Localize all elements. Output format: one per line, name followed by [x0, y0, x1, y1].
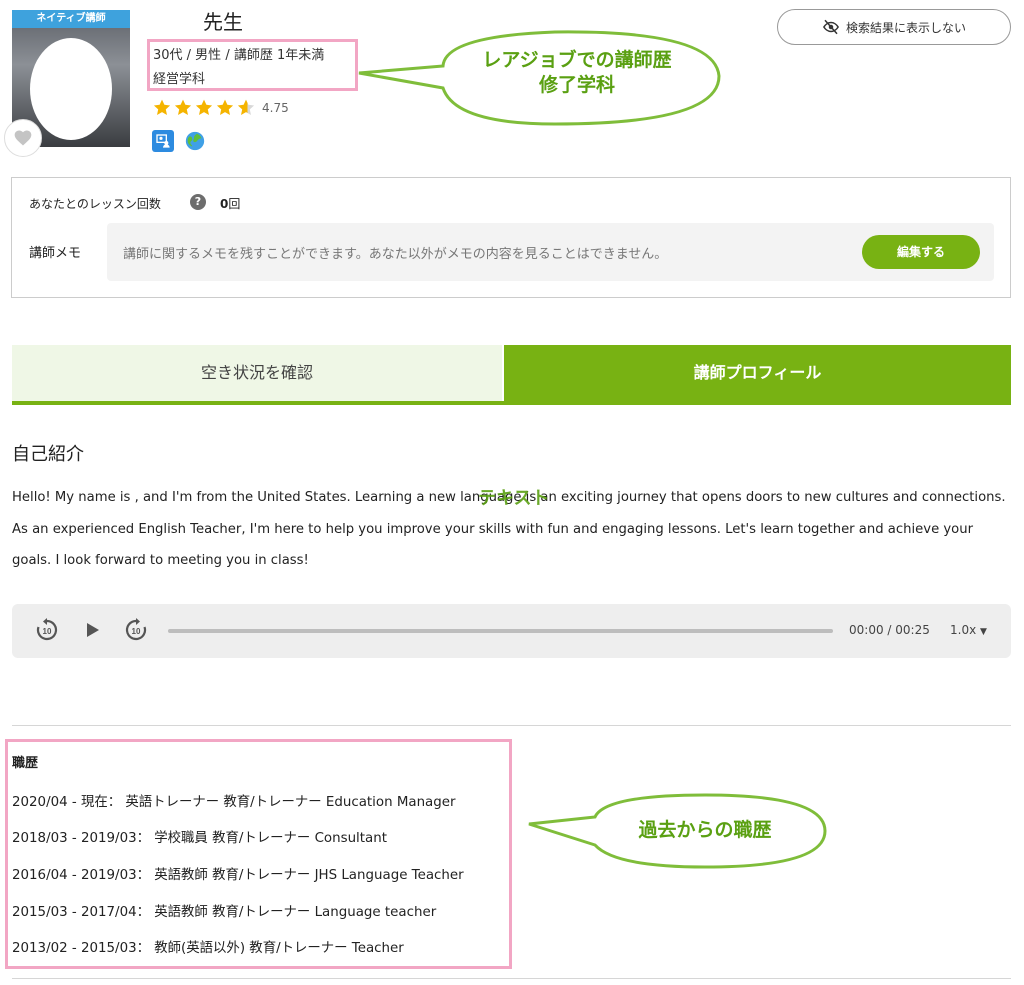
annotation-text-stamp: テキスト	[478, 488, 550, 509]
svg-text:10: 10	[43, 627, 52, 636]
star-icon	[216, 99, 234, 115]
rewind-10-icon[interactable]: 10	[34, 617, 60, 643]
divider	[12, 725, 1011, 726]
heart-icon	[14, 130, 32, 146]
hide-from-search-button[interactable]: 検索結果に表示しない	[777, 9, 1011, 45]
rating-stars	[152, 98, 256, 117]
lesson-count-label: あなたとのレッスン回数	[29, 197, 161, 211]
forward-10-icon[interactable]: 10	[123, 617, 149, 643]
memo-placeholder: 講師に関するメモを残すことができます。あなた以外がメモの内容を見ることはできませ…	[123, 247, 668, 262]
career-row: 2020/04 - 現在： 英語トレーナー 教育/トレーナー Education…	[12, 795, 456, 810]
tab-profile[interactable]: 講師プロフィール	[504, 345, 1011, 401]
teacher-name: 先生	[203, 10, 243, 34]
lesson-count: 0回	[220, 195, 240, 212]
intro-title: 自己紹介	[12, 444, 84, 465]
tab-availability[interactable]: 空き状況を確認	[12, 345, 503, 401]
career-row: 2015/03 - 2017/04： 英語教師 教育/トレーナー Languag…	[12, 905, 437, 920]
career-row: 2018/03 - 2019/03： 学校職員 教育/トレーナー Consult…	[12, 831, 387, 846]
star-icon	[174, 99, 192, 115]
photo-mask	[30, 38, 112, 140]
play-icon[interactable]	[82, 620, 102, 640]
playback-speed-select[interactable]: 1.0x ▼	[950, 623, 987, 637]
half-star-icon	[237, 99, 255, 115]
annotation-text-history: 過去からの職歴	[638, 819, 772, 841]
globe-icon	[185, 131, 205, 151]
chevron-down-icon: ▼	[980, 627, 987, 637]
star-icon	[153, 99, 171, 115]
favorite-button[interactable]	[4, 119, 42, 157]
star-icon	[195, 99, 213, 115]
career-title: 職歴	[12, 756, 39, 771]
teacher-attributes: 30代 / 男性 / 講師歴 1年未満	[153, 48, 325, 63]
memo-label: 講師メモ	[29, 246, 82, 261]
annotation-text-career: レアジョブでの講師歴 修了学科	[452, 48, 702, 98]
teacher-major: 経営学科	[153, 72, 206, 87]
highlight-box-career	[5, 739, 512, 969]
native-teacher-badge: ネイティブ講師	[12, 10, 130, 28]
edit-memo-button[interactable]: 編集する	[862, 235, 980, 269]
annotation-line2: 修了学科	[538, 74, 615, 96]
tab-underline	[12, 401, 1011, 405]
audio-progress-track[interactable]	[168, 629, 833, 633]
playback-speed-label: 1.0x	[950, 623, 977, 637]
teacher-board-icon	[156, 134, 170, 148]
hide-from-search-label: 検索結果に表示しない	[845, 20, 966, 35]
rating-value: 4.75	[262, 101, 289, 115]
eye-off-icon	[822, 19, 839, 35]
globe-badge	[184, 130, 206, 152]
divider	[12, 978, 1011, 979]
career-row: 2013/02 - 2015/03： 教師(英語以外) 教育/トレーナー Tea…	[12, 941, 404, 956]
audio-time: 00:00 / 00:25	[849, 623, 930, 637]
annotation-line1: レアジョブでの講師歴	[482, 49, 672, 71]
tab-bar: 空き状況を確認 講師プロフィール	[12, 345, 1011, 405]
help-icon[interactable]: ?	[190, 194, 206, 210]
lesson-badge	[152, 130, 174, 152]
career-row: 2016/04 - 2019/03： 英語教師 教育/トレーナー JHS Lan…	[12, 868, 464, 883]
svg-text:10: 10	[132, 627, 141, 636]
lesson-count-unit: 回	[228, 197, 241, 211]
